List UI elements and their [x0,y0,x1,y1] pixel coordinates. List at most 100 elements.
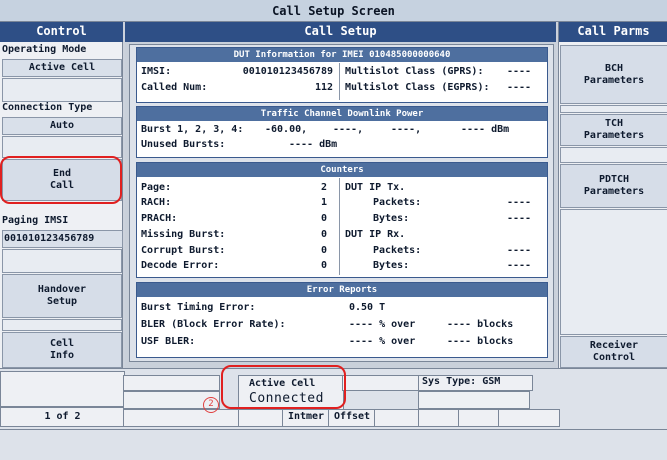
error-reports-title: Error Reports [137,283,547,297]
multislot-egprs-value: ---- [507,82,532,93]
imsi-value: 001010123456789 [242,66,333,77]
bler-label: BLER (Block Error Rate): [141,319,286,330]
receiver-label-2: Control [592,352,636,363]
blank-softkey-2[interactable] [2,136,122,158]
counter-value: 2 [320,182,327,193]
unused-bursts-value: ---- dBm [289,139,338,150]
burst-timing-value: 0.50 T [349,302,386,313]
counters-title: Counters [137,163,547,177]
tx-packets-value: ---- [507,197,532,208]
status-cell-5 [123,409,240,427]
tx-bytes-value: ---- [507,213,532,224]
rx-bytes-value: ---- [507,260,532,271]
paging-imsi-value[interactable]: 001010123456789 [2,230,123,248]
handover-label-2: Setup [46,296,78,307]
bch-parameters-button[interactable]: BCH Parameters [560,45,667,104]
call-parms-panel: Call Parms BCH Parameters TCH Parameters… [558,22,667,368]
called-num-value: 112 [314,82,333,93]
bler-blocks: ---- blocks [447,319,514,330]
handover-setup-button[interactable]: Handover Setup [2,274,122,318]
receiver-control-button[interactable]: Receiver Control [560,336,667,368]
rx-packets-value: ---- [507,245,532,256]
tch-parameters-button[interactable]: TCH Parameters [560,114,667,146]
dut-ip-tx-label: DUT IP Tx. [345,182,406,193]
end-call-highlight [0,156,122,204]
connection-type-label: Connection Type [2,102,93,113]
cell-info-button[interactable]: Cell Info [2,332,122,368]
blank-right-softkey-2[interactable] [560,147,667,163]
status-cell-10 [498,409,560,427]
traffic-power-title: Traffic Channel Downlink Power [137,107,547,121]
pdtch-label-2: Parameters [583,186,645,197]
handover-label-1: Handover [37,284,87,295]
status-cell-3 [342,375,420,391]
window-title: Call Setup Screen [0,0,667,22]
paging-imsi-label: Paging IMSI [2,215,69,226]
multislot-gprs-value: ---- [507,66,532,77]
cell-info-label-2: Info [49,350,75,361]
connected-highlight [221,365,346,409]
cell-info-label-1: Cell [49,338,75,349]
counters-section: Counters Page: 2 RACH: 1 PRACH: 0 Missin… [136,162,548,278]
counter-value: 0 [320,260,327,271]
status-cell-1 [123,375,220,391]
counter-label: PRACH: [141,213,178,224]
call-setup-frame: DUT Information for IMEI 010485000000640… [129,44,554,362]
blank-softkey-4[interactable] [2,319,122,331]
sys-type: Sys Type: GSM [418,375,533,391]
counter-label: Page: [141,182,172,193]
bottom-status-bar [0,429,667,460]
counter-value: 0 [320,245,327,256]
burst-timing-label: Burst Timing Error: [141,302,256,313]
tch-label-2: Parameters [583,130,645,141]
call-parms-header: Call Parms [559,22,667,42]
bch-label-1: BCH [604,62,624,74]
status-cell-4 [418,391,530,409]
call-setup-header: Call Setup [125,22,556,42]
counter-value: 0 [320,213,327,224]
bch-label-2: Parameters [583,74,645,86]
bler-value: ---- % over [349,319,416,330]
operating-mode-label: Operating Mode [2,44,87,55]
burst-value-4: ---- dBm [461,124,510,135]
burst-value-2: ----, [333,124,364,135]
blank-right-softkey-1[interactable] [560,105,667,113]
status-cell-8 [418,409,460,427]
annotation-number: 2 [203,397,219,413]
called-num-label: Called Num: [141,82,208,93]
tx-bytes-label: Bytes: [373,213,410,224]
status-cell-7 [374,409,420,427]
status-cell-6 [238,409,284,427]
pdtch-parameters-button[interactable]: PDTCH Parameters [560,164,667,208]
rx-bytes-label: Bytes: [373,260,410,271]
counter-label: Corrupt Burst: [141,245,226,256]
burst-value-3: ----, [391,124,422,135]
multislot-gprs-label: Multislot Class (GPRS): [345,66,484,77]
rx-packets-label: Packets: [373,245,422,256]
dut-info-title: DUT Information for IMEI 010485000000640 [137,48,547,62]
usf-bler-blocks: ---- blocks [447,336,514,347]
imsi-label: IMSI: [141,66,172,77]
tx-packets-label: Packets: [373,197,422,208]
usf-bler-value: ---- % over [349,336,416,347]
pdtch-label-1: PDTCH [598,174,630,185]
operating-mode-value[interactable]: Active Cell [2,59,122,77]
counter-value: 1 [320,197,327,208]
usf-bler-label: USF BLER: [141,336,196,347]
tch-label-1: TCH [604,118,624,129]
call-setup-panel: Call Setup DUT Information for IMEI 0104… [125,22,556,368]
counter-value: 0 [320,229,327,240]
counter-label: Decode Error: [141,260,220,271]
connection-type-value[interactable]: Auto [2,117,122,135]
burst-label: Burst 1, 2, 3, 4: [141,124,244,135]
blank-softkey-3[interactable] [2,249,122,273]
blank-right-softkey-3[interactable] [560,209,667,335]
burst-value-1: -60.00, [265,124,308,135]
blank-softkey-1[interactable] [2,78,122,102]
page-indicator[interactable]: 1 of 2 [0,407,125,427]
control-header: Control [0,22,123,42]
dut-ip-rx-label: DUT IP Rx. [345,229,406,240]
intmer-label: Intmer [282,409,330,427]
counters-divider [339,178,340,275]
traffic-power-section: Traffic Channel Downlink Power Burst 1, … [136,106,548,158]
